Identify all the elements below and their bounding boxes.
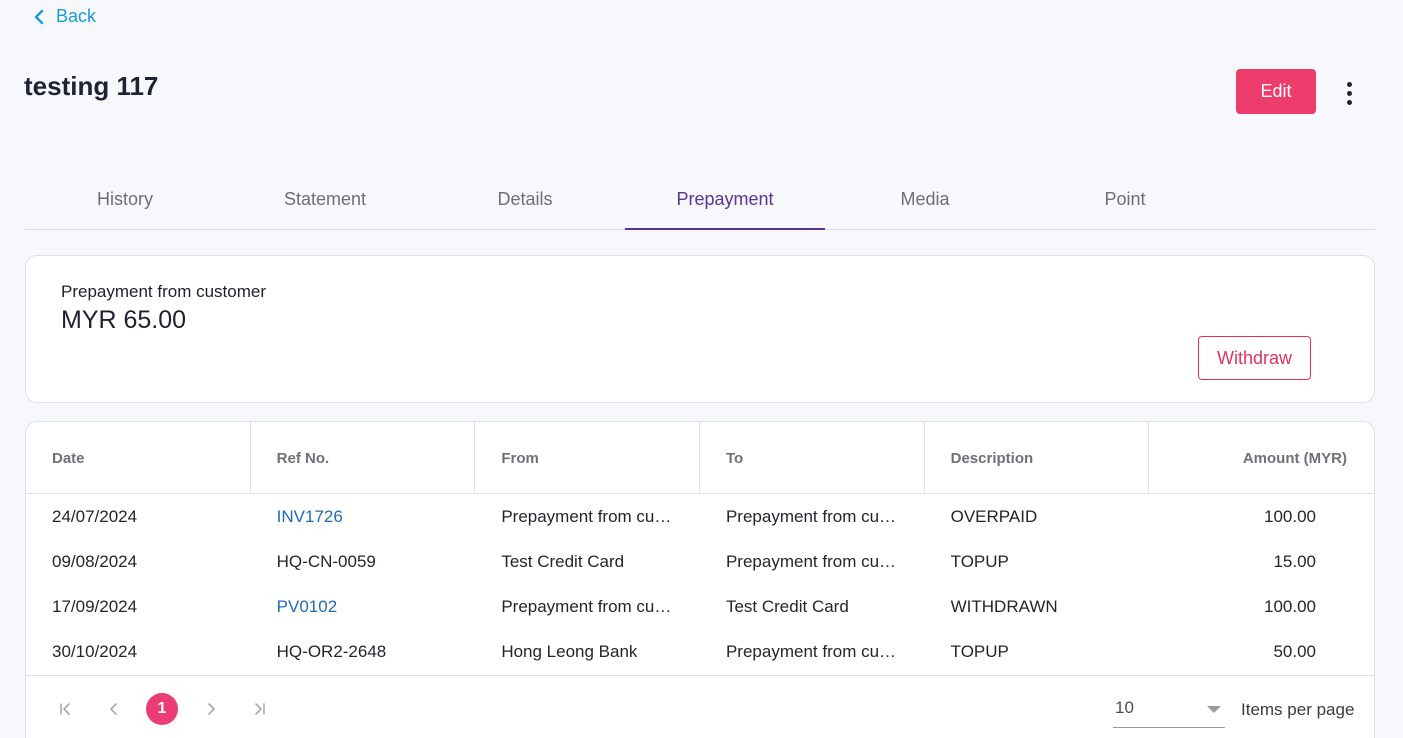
cell-from-text: Test Credit Card <box>501 551 625 571</box>
prepayment-label: Prepayment from customer <box>61 282 267 301</box>
cell-description: WITHDRAWN <box>950 596 1058 616</box>
cell-description: OVERPAID <box>950 506 1038 526</box>
cell-from: Prepayment from cust... <box>475 584 700 629</box>
cell-from: Hong Leong Bank <box>475 629 700 674</box>
page-number-button[interactable]: 1 <box>146 693 178 725</box>
table-row: 09/08/2024 HQ-CN-0059 Test Credit Card P… <box>26 539 1374 584</box>
column-header-description[interactable]: Description <box>925 422 1150 494</box>
column-header-amount[interactable]: Amount (MYR) <box>1149 422 1374 494</box>
cell-from: Prepayment from cust... <box>475 494 700 539</box>
prepayment-table: Date Ref No. From To Description Amount … <box>25 421 1375 738</box>
cell-ref: HQ-OR2-2648 <box>276 641 387 661</box>
cell-to: Prepayment from cust... <box>700 629 925 674</box>
items-per-page-select[interactable]: 10 <box>1113 696 1225 728</box>
tab-details[interactable]: Details <box>425 170 625 229</box>
back-label: Back <box>56 6 97 26</box>
cell-from-text: Hong Leong Bank <box>501 641 638 661</box>
column-header-to[interactable]: To <box>700 422 925 494</box>
cell-description: TOPUP <box>950 551 1009 571</box>
cell-ref-link[interactable]: PV0102 <box>251 584 476 629</box>
column-header-from[interactable]: From <box>475 422 700 494</box>
column-header-date[interactable]: Date <box>26 422 251 494</box>
pagination-bar: 1 10 Items per page <box>26 675 1374 738</box>
cell-from: Test Credit Card <box>475 539 700 584</box>
table-row: 30/10/2024 HQ-OR2-2648 Hong Leong Bank P… <box>26 629 1374 674</box>
cell-from-text: Prepayment from cust... <box>501 506 677 526</box>
tab-media[interactable]: Media <box>825 170 1025 229</box>
prepayment-summary-card: Prepayment from customer MYR 65.00 Withd… <box>25 255 1375 403</box>
cell-to-text: Prepayment from cust... <box>725 506 901 526</box>
tab-point[interactable]: Point <box>1025 170 1225 229</box>
table-row: 17/09/2024 PV0102 Prepayment from cust..… <box>26 584 1374 629</box>
tab-bar: History Statement Details Prepayment Med… <box>25 170 1375 230</box>
more-options-icon[interactable] <box>1339 80 1359 106</box>
back-link[interactable]: Back <box>34 6 96 27</box>
cell-to-text: Prepayment from cust... <box>725 641 901 661</box>
table-row: 24/07/2024 INV1726 Prepayment from cust.… <box>26 494 1374 539</box>
tab-history[interactable]: History <box>25 170 225 229</box>
cell-to-text: Test Credit Card <box>725 596 849 616</box>
page-title: testing 117 <box>24 71 159 101</box>
edit-button[interactable]: Edit <box>1236 69 1316 114</box>
cell-date: 30/10/2024 <box>52 641 138 661</box>
tab-prepayment[interactable]: Prepayment <box>625 170 825 230</box>
cell-amount: 15.00 <box>1273 551 1316 571</box>
cell-amount: 100.00 <box>1264 506 1316 526</box>
cell-to: Prepayment from cust... <box>700 494 925 539</box>
cell-date: 17/09/2024 <box>52 596 138 616</box>
cell-to: Prepayment from cust... <box>700 539 925 584</box>
next-page-icon[interactable] <box>195 693 227 725</box>
table-body: 24/07/2024 INV1726 Prepayment from cust.… <box>26 494 1374 674</box>
cell-to: Test Credit Card <box>700 584 925 629</box>
cell-amount: 100.00 <box>1264 596 1316 616</box>
last-page-icon[interactable] <box>244 693 276 725</box>
cell-date: 09/08/2024 <box>52 551 138 571</box>
caret-down-icon <box>1207 706 1221 713</box>
cell-ref-link[interactable]: INV1726 <box>251 494 476 539</box>
first-page-icon[interactable] <box>49 693 81 725</box>
chevron-left-icon <box>34 9 44 24</box>
items-per-page-value: 10 <box>1115 698 1134 717</box>
cell-from-text: Prepayment from cust... <box>501 596 677 616</box>
cell-date: 24/07/2024 <box>52 506 138 526</box>
tab-statement[interactable]: Statement <box>225 170 425 229</box>
column-header-ref-no[interactable]: Ref No. <box>251 422 476 494</box>
withdraw-button[interactable]: Withdraw <box>1198 336 1311 380</box>
previous-page-icon[interactable] <box>98 693 130 725</box>
cell-description: TOPUP <box>950 641 1009 661</box>
items-per-page-label: Items per page <box>1241 700 1355 719</box>
prepayment-amount: MYR 65.00 <box>61 306 187 334</box>
table-header: Date Ref No. From To Description Amount … <box>26 422 1374 494</box>
cell-to-text: Prepayment from cust... <box>725 551 901 571</box>
cell-ref: HQ-CN-0059 <box>276 551 376 571</box>
cell-amount: 50.00 <box>1273 641 1316 661</box>
